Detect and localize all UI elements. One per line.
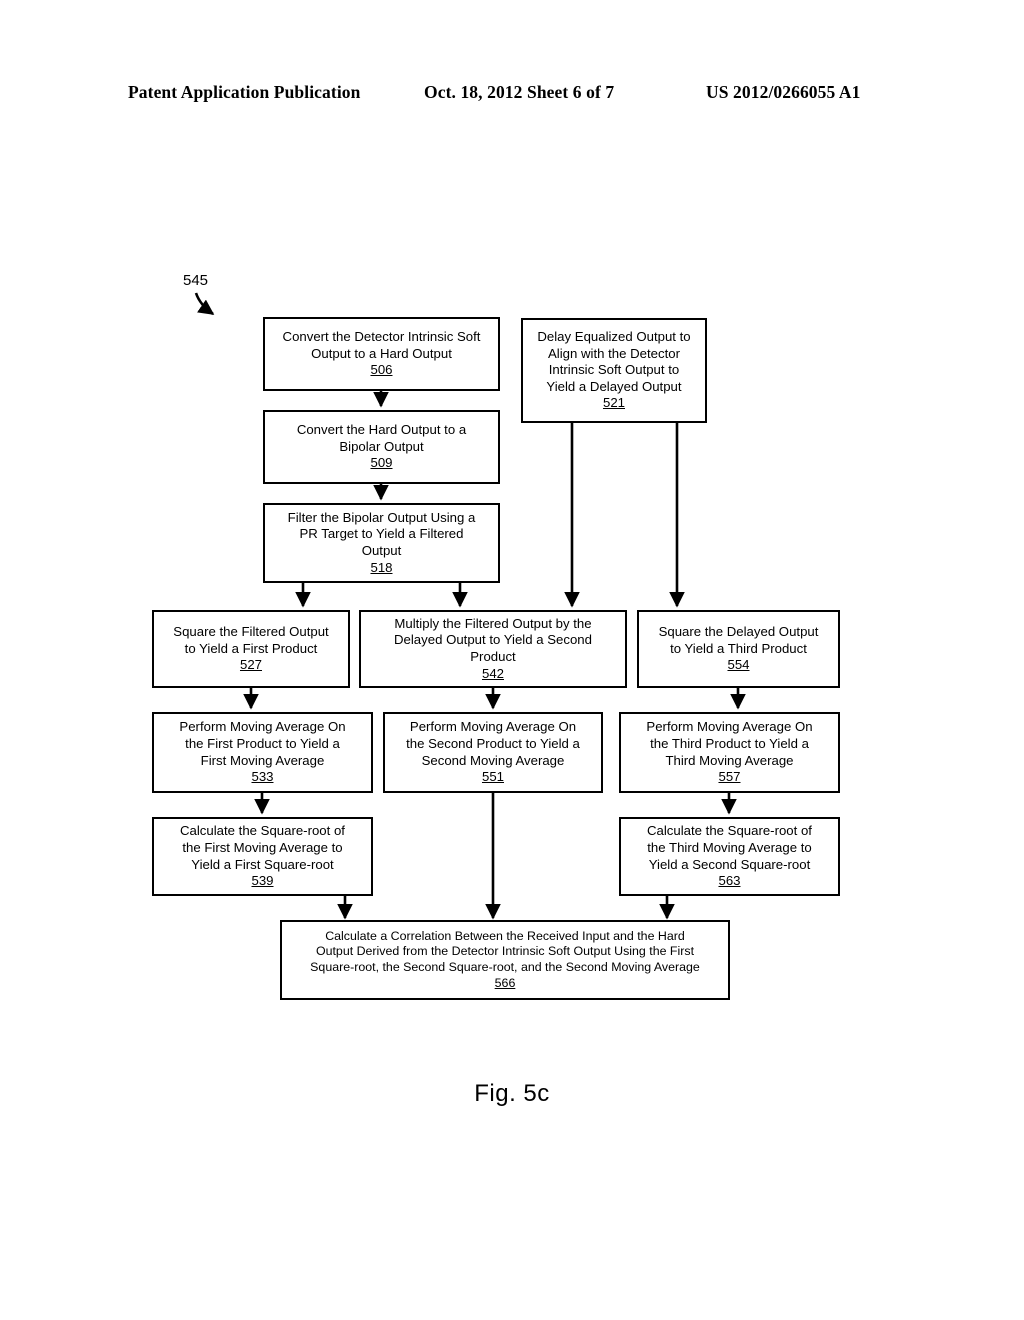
flow-node-542[interactable]: Multiply the Filtered Output by the Dela… [359, 610, 627, 688]
diagram-ref-numeral: 545 [183, 272, 209, 289]
flow-node-554-ref: 554 [727, 657, 750, 673]
flow-node-506[interactable]: Convert the Detector Intrinsic Soft Outp… [263, 317, 500, 391]
flow-node-509-ref: 509 [370, 455, 393, 471]
flow-node-521-text: Delay Equalized Output to Align with the… [537, 329, 691, 394]
flow-node-566[interactable]: Calculate a Correlation Between the Rece… [280, 920, 730, 1000]
flow-node-533-ref: 533 [251, 769, 274, 785]
flow-node-518-text: Filter the Bipolar Output Using a PR Tar… [287, 509, 476, 558]
flow-node-539-ref: 539 [251, 873, 274, 889]
flow-node-509[interactable]: Convert the Hard Output to a Bipolar Out… [263, 410, 500, 484]
flow-node-518[interactable]: Filter the Bipolar Output Using a PR Tar… [263, 503, 500, 583]
flow-node-518-ref: 518 [370, 559, 393, 575]
flow-node-527[interactable]: Square the Filtered Output to Yield a Fi… [152, 610, 350, 688]
flow-node-551-text: Perform Moving Average On the Second Pro… [406, 719, 580, 768]
flow-node-542-ref: 542 [481, 665, 504, 681]
flow-node-554[interactable]: Square the Delayed Output to Yield a Thi… [637, 610, 840, 688]
flow-node-509-text: Convert the Hard Output to a Bipolar Out… [296, 422, 467, 454]
flow-node-563-text: Calculate the Square-root of the Third M… [647, 823, 812, 872]
flow-node-533-text: Perform Moving Average On the First Prod… [179, 719, 346, 768]
flow-node-542-text: Multiply the Filtered Output by the Dela… [394, 615, 592, 664]
flowchart-diagram: 545 Convert the Detector Intrinsic Soft … [0, 0, 1024, 1320]
flow-node-554-text: Square the Delayed Output to Yield a Thi… [658, 624, 819, 656]
flow-node-551-ref: 551 [481, 769, 504, 785]
flow-node-566-text: Calculate a Correlation Between the Rece… [310, 928, 700, 974]
flow-node-551[interactable]: Perform Moving Average On the Second Pro… [383, 712, 603, 793]
flow-node-566-ref: 566 [494, 975, 516, 990]
flow-node-506-text: Convert the Detector Intrinsic Soft Outp… [282, 329, 481, 361]
flow-node-557-ref: 557 [718, 769, 741, 785]
flow-node-539-text: Calculate the Square-root of the First M… [180, 823, 345, 872]
flow-node-521-ref: 521 [602, 395, 625, 411]
flow-node-563-ref: 563 [718, 873, 741, 889]
flow-node-539[interactable]: Calculate the Square-root of the First M… [152, 817, 373, 896]
flow-node-527-text: Square the Filtered Output to Yield a Fi… [173, 624, 329, 656]
flow-node-527-ref: 527 [239, 657, 262, 673]
flow-node-506-ref: 506 [370, 362, 393, 378]
flow-node-533[interactable]: Perform Moving Average On the First Prod… [152, 712, 373, 793]
figure-caption: Fig. 5c [474, 1080, 550, 1107]
flow-node-557[interactable]: Perform Moving Average On the Third Prod… [619, 712, 840, 793]
flow-node-557-text: Perform Moving Average On the Third Prod… [646, 719, 813, 768]
flow-node-563[interactable]: Calculate the Square-root of the Third M… [619, 817, 840, 896]
flow-node-521[interactable]: Delay Equalized Output to Align with the… [521, 318, 707, 423]
ref-545-arrow [194, 292, 215, 316]
